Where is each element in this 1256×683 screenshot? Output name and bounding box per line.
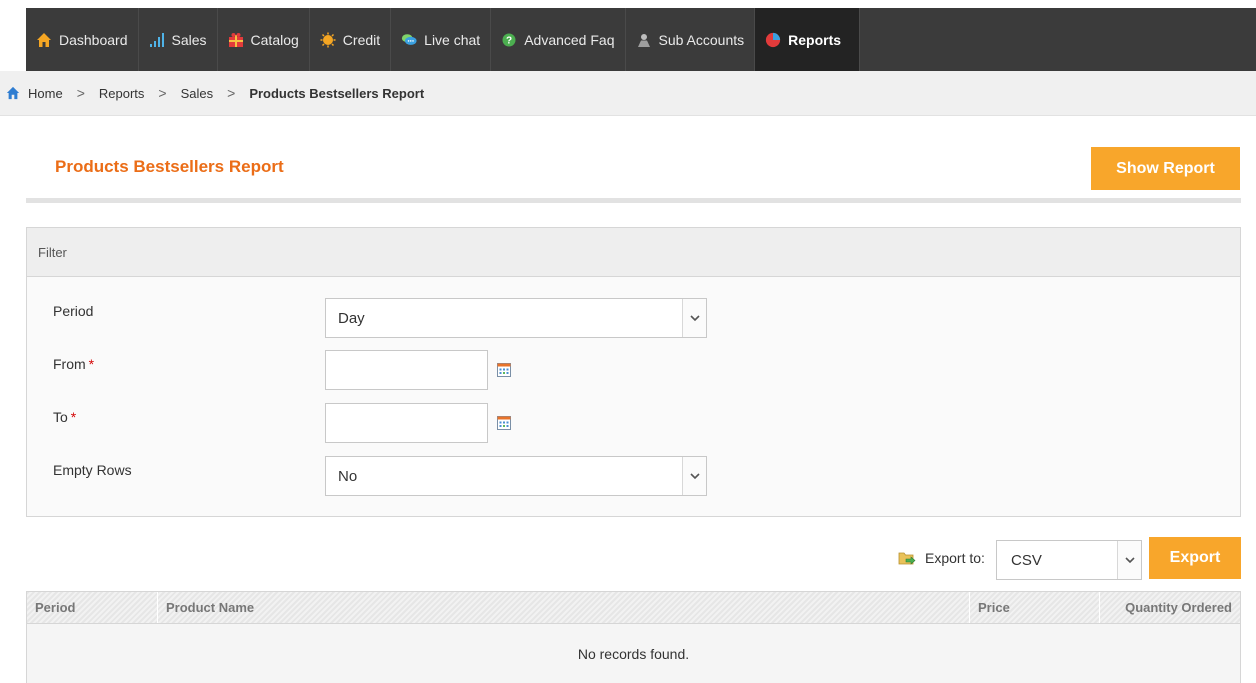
home-icon[interactable] [6, 86, 20, 100]
grid-empty-row: No records found. [27, 624, 1240, 683]
breadcrumb: Home > Reports > Sales > Products Bestse… [0, 71, 1256, 116]
nav-label: Credit [342, 31, 381, 48]
top-edge [0, 0, 1256, 8]
chat-bubbles-icon [401, 32, 417, 48]
breadcrumb-reports[interactable]: Reports [99, 86, 145, 101]
pie-chart-icon [765, 32, 781, 48]
filter-heading: Filter [27, 228, 1240, 277]
period-select[interactable]: Day [325, 298, 707, 338]
breadcrumb-separator: > [158, 85, 167, 101]
export-icon [898, 550, 916, 566]
calendar-icon[interactable] [497, 363, 511, 377]
bar-chart-icon [149, 32, 165, 48]
required-mark: * [70, 409, 77, 425]
required-mark: * [88, 356, 95, 372]
filter-panel: Filter Period Day From * To * Empty Rows N… [26, 227, 1241, 517]
grid-header: Period Product Name Price Quantity Order… [27, 592, 1240, 624]
column-header-period[interactable]: Period [27, 592, 158, 623]
period-select-value: Day [338, 309, 365, 327]
nav-item-catalog[interactable]: Catalog [218, 8, 310, 71]
period-label: Period [53, 303, 94, 319]
page-title: Products Bestsellers Report [55, 157, 284, 176]
export-format-value: CSV [1011, 551, 1042, 569]
nav-item-sales[interactable]: Sales [139, 8, 218, 71]
empty-message: No records found. [577, 646, 690, 662]
nav-label: Advanced Faq [524, 31, 615, 48]
column-header-price[interactable]: Price [970, 592, 1100, 623]
question-icon: ? [501, 32, 517, 48]
nav-label: Live chat [424, 31, 481, 48]
nav-item-live-chat[interactable]: Live chat [391, 8, 492, 71]
breadcrumb-current: Products Bestsellers Report [249, 85, 425, 101]
from-label: From * [53, 356, 94, 372]
calendar-icon[interactable] [497, 416, 511, 430]
user-icon [636, 32, 652, 48]
show-report-button[interactable]: Show Report [1091, 147, 1240, 190]
nav-label: Sales [171, 31, 207, 48]
breadcrumb-separator: > [76, 85, 85, 101]
to-date-input[interactable] [325, 403, 488, 443]
home-icon [36, 32, 52, 48]
gift-icon [228, 32, 244, 48]
breadcrumb-home[interactable]: Home [28, 86, 63, 101]
svg-text:?: ? [506, 35, 512, 46]
export-label: Export to: [925, 550, 985, 566]
column-header-quantity-ordered[interactable]: Quantity Ordered [1100, 592, 1240, 623]
header-divider [26, 198, 1241, 203]
nav-item-reports[interactable]: Reports [755, 8, 861, 71]
coin-icon [320, 32, 336, 48]
empty-rows-label: Empty Rows [53, 462, 132, 478]
nav-item-credit[interactable]: Credit [310, 8, 392, 71]
main-nav: Dashboard Sales Catalog Credit Live chat… [26, 8, 1256, 71]
nav-label: Sub Accounts [658, 31, 745, 48]
nav-label: Reports [788, 31, 842, 48]
column-header-product-name[interactable]: Product Name [158, 592, 970, 623]
nav-item-dashboard[interactable]: Dashboard [26, 8, 139, 71]
empty-rows-select-value: No [338, 467, 358, 485]
breadcrumb-separator: > [227, 85, 236, 101]
to-label: To * [53, 409, 76, 425]
nav-label: Dashboard [59, 31, 128, 48]
nav-item-sub-accounts[interactable]: Sub Accounts [626, 8, 756, 71]
breadcrumb-sales[interactable]: Sales [181, 86, 214, 101]
chevron-down-icon [1117, 541, 1141, 579]
chevron-down-icon [682, 457, 706, 495]
from-label-text: From [53, 356, 86, 372]
report-grid: Period Product Name Price Quantity Order… [26, 591, 1241, 683]
to-label-text: To [53, 409, 68, 425]
nav-label: Catalog [250, 31, 299, 48]
nav-item-advanced-faq[interactable]: ? Advanced Faq [491, 8, 626, 71]
chevron-down-icon [682, 299, 706, 337]
export-format-select[interactable]: CSV [996, 540, 1142, 580]
export-button[interactable]: Export [1149, 537, 1241, 579]
from-date-input[interactable] [325, 350, 488, 390]
empty-rows-select[interactable]: No [325, 456, 707, 496]
